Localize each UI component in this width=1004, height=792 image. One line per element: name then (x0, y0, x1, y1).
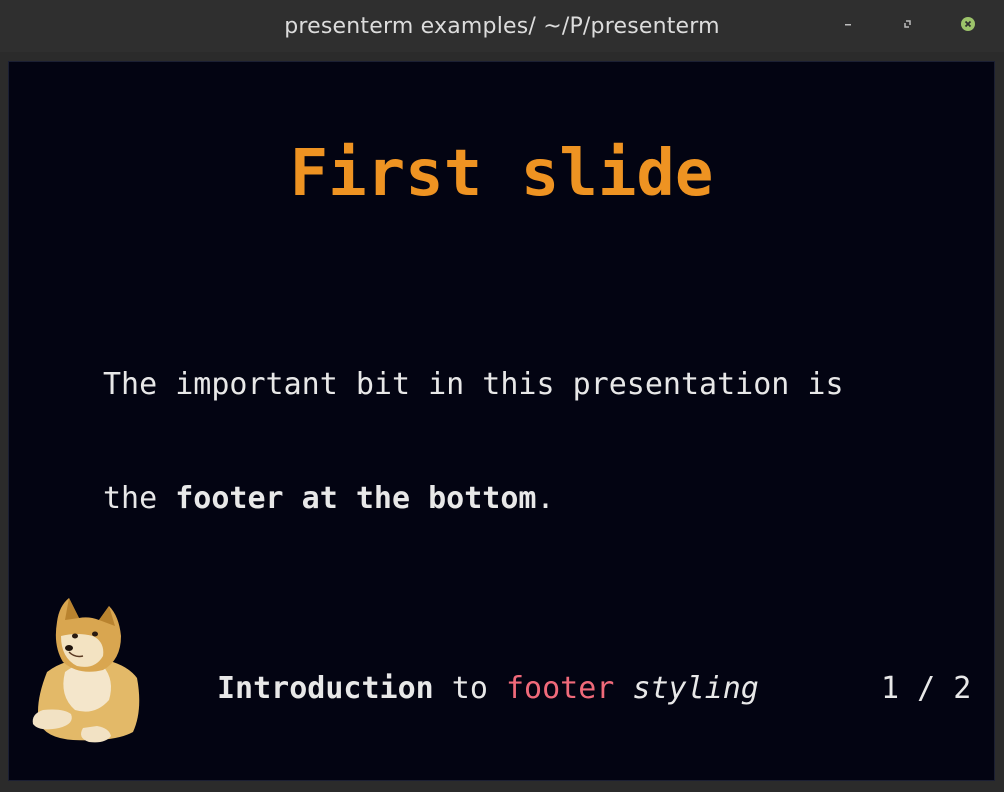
terminal-area[interactable]: First slide The important bit in this pr… (8, 61, 995, 781)
slide-body: The important bit in this presentation i… (103, 290, 933, 594)
body-line-1: The important bit in this presentation i… (103, 367, 844, 402)
maximize-button[interactable] (898, 14, 918, 34)
footer-bold: Introduction (217, 671, 434, 706)
body-line-2-bold: footer at the bottom (175, 481, 537, 516)
slide-title: First slide (289, 137, 714, 211)
page-number: 1 / 2 (881, 671, 972, 706)
footer-italic: styling (632, 671, 759, 706)
window-titlebar[interactable]: presenterm examples/ ~/P/presenterm (0, 0, 1004, 52)
maximize-icon (904, 20, 911, 28)
minimize-icon (845, 24, 851, 26)
footer-space (614, 671, 632, 706)
footer-plain: to (433, 671, 506, 706)
window-title: presenterm examples/ ~/P/presenterm (284, 13, 720, 39)
body-line-2-prefix: the (103, 481, 176, 516)
footer-red: footer (506, 671, 615, 706)
footer-text: Introduction to footer styling (217, 670, 759, 708)
body-line-2-suffix: . (536, 481, 555, 516)
body-line-2: the footer at the bottom. (103, 480, 933, 518)
minimize-button[interactable] (838, 14, 858, 34)
close-icon (961, 17, 975, 31)
close-button[interactable] (958, 14, 978, 34)
doge-image (32, 598, 140, 743)
